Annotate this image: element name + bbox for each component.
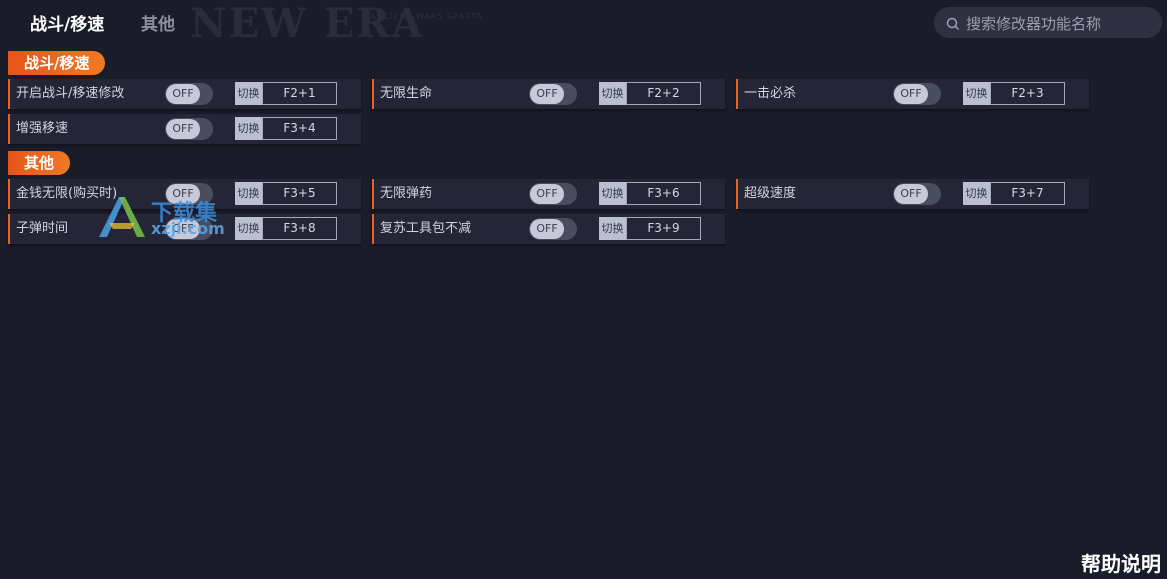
hotkey-label: 切换: [963, 82, 990, 105]
toggle-switch[interactable]: OFF: [529, 83, 577, 105]
hotkey-label: 切换: [963, 182, 990, 205]
hotkey-field[interactable]: F2+3: [990, 82, 1065, 105]
toggle-switch[interactable]: OFF: [165, 83, 213, 105]
toggle-switch[interactable]: OFF: [529, 183, 577, 205]
cheat-label: 一击必杀: [744, 86, 797, 101]
toggle-state: OFF: [166, 84, 200, 104]
watermark-url: xzji.com: [151, 219, 225, 238]
toggle-state: OFF: [894, 84, 928, 104]
toggle-state: OFF: [530, 184, 564, 204]
cheat-row: 一击必杀 OFF 切换 F2+3: [736, 79, 1089, 109]
hotkey-label: 切换: [599, 82, 626, 105]
cheat-label: 增强移速: [16, 121, 69, 136]
toggle-state: OFF: [530, 219, 564, 239]
cheat-row: 无限弹药 OFF 切换 F3+6: [372, 179, 725, 209]
hotkey-field[interactable]: F3+5: [262, 182, 337, 205]
toggle-state: OFF: [166, 119, 200, 139]
help-link[interactable]: 帮助说明: [1081, 548, 1161, 577]
watermark-logo-icon: [99, 197, 145, 237]
cheat-row: 开启战斗/移速修改 OFF 切换 F2+1: [8, 79, 361, 109]
cheat-label: 超级速度: [744, 186, 797, 201]
tab-combat-movement[interactable]: 战斗/移速: [30, 10, 104, 35]
toggle-switch[interactable]: OFF: [893, 183, 941, 205]
hotkey-field[interactable]: F2+2: [626, 82, 701, 105]
cheat-label: 开启战斗/移速修改: [16, 86, 125, 101]
search-box[interactable]: [934, 7, 1162, 40]
cheat-row: 复苏工具包不减 OFF 切换 F3+9: [372, 214, 725, 244]
site-watermark: 下载集 xzji.com: [95, 193, 235, 243]
toggle-switch[interactable]: OFF: [165, 118, 213, 140]
cheat-label: 子弹时间: [16, 221, 69, 236]
hotkey-label: 切换: [235, 217, 262, 240]
hotkey-field[interactable]: F3+9: [626, 217, 701, 240]
section-header-combat-movement: 战斗/移速: [8, 51, 106, 75]
hotkey-field[interactable]: F3+7: [990, 182, 1065, 205]
cheat-row: 增强移速 OFF 切换 F3+4: [8, 114, 361, 144]
cheat-label: 无限弹药: [380, 186, 433, 201]
cheat-row: 无限生命 OFF 切换 F2+2: [372, 79, 725, 109]
hotkey-label: 切换: [599, 182, 626, 205]
toggle-switch[interactable]: OFF: [893, 83, 941, 105]
cheat-label: 复苏工具包不减: [380, 221, 472, 236]
cheat-label: 无限生命: [380, 86, 433, 101]
search-icon: [946, 16, 960, 35]
cheat-row: 超级速度 OFF 切换 F3+7: [736, 179, 1089, 209]
hotkey-label: 切换: [235, 117, 262, 140]
section-header-other: 其他: [8, 151, 71, 175]
hotkey-label: 切换: [235, 182, 262, 205]
top-bar: 战斗/移速 其他: [0, 0, 1167, 44]
hotkey-field[interactable]: F3+4: [262, 117, 337, 140]
toggle-state: OFF: [894, 184, 928, 204]
toggle-state: OFF: [530, 84, 564, 104]
toggle-switch[interactable]: OFF: [529, 218, 577, 240]
hotkey-label: 切换: [599, 217, 626, 240]
hotkey-field[interactable]: F3+8: [262, 217, 337, 240]
hotkey-field[interactable]: F2+1: [262, 82, 337, 105]
hotkey-label: 切换: [235, 82, 262, 105]
hotkey-field[interactable]: F3+6: [626, 182, 701, 205]
tab-other[interactable]: 其他: [141, 10, 175, 35]
search-input[interactable]: [964, 7, 1158, 40]
